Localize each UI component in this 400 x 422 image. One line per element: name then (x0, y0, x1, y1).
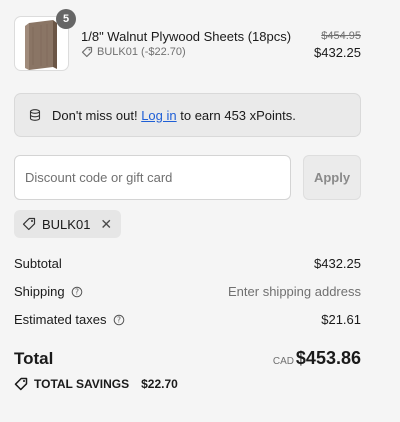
shipping-label: Shipping (14, 284, 65, 299)
product-price: $432.25 (314, 45, 361, 60)
tag-icon (14, 377, 28, 391)
svg-text:?: ? (75, 287, 79, 296)
banner-suffix: to earn 453 xPoints. (180, 107, 296, 123)
shipping-value: Enter shipping address (228, 284, 361, 299)
product-name: 1/8" Walnut Plywood Sheets (18pcs) (81, 29, 292, 44)
total-value: $453.86 (295, 348, 361, 368)
quantity-badge: 5 (56, 9, 76, 29)
savings-label: TOTAL SAVINGS (34, 377, 130, 391)
taxes-label: Estimated taxes (14, 312, 107, 327)
discount-code-input[interactable] (14, 155, 291, 200)
login-link[interactable]: Log in (141, 108, 176, 123)
total-label: Total (14, 349, 54, 368)
svg-text:?: ? (117, 315, 121, 324)
currency-code: CAD (272, 356, 294, 367)
subtotal-value: $432.25 (314, 256, 361, 271)
taxes-value: $21.61 (321, 312, 361, 327)
banner-text: Don't miss out! Log in to earn 453 xPoin… (52, 108, 296, 123)
help-icon[interactable]: ? (113, 314, 125, 326)
database-icon (29, 109, 41, 121)
taxes-row-label: Estimated taxes ? (14, 312, 125, 327)
help-icon[interactable]: ? (71, 286, 83, 298)
total-savings: TOTAL SAVINGS $22.70 (14, 377, 178, 391)
shipping-row-label: Shipping ? (14, 284, 83, 299)
tag-icon (22, 217, 36, 231)
banner-prefix: Don't miss out! (52, 107, 138, 123)
apply-button[interactable]: Apply (303, 155, 361, 200)
points-banner: Don't miss out! Log in to earn 453 xPoin… (14, 93, 361, 137)
remove-code-icon[interactable]: ✕ (100, 217, 112, 231)
product-discount: BULK01 (-$22.70) (81, 46, 186, 58)
applied-discount-chip: BULK01 ✕ (14, 210, 122, 238)
applied-code-label: BULK01 (42, 216, 91, 232)
tag-icon (81, 46, 93, 58)
original-price: $454.95 (321, 30, 361, 42)
product-discount-label: BULK01 (-$22.70) (97, 46, 186, 58)
subtotal-label: Subtotal (14, 256, 62, 271)
savings-value: $22.70 (141, 377, 178, 391)
